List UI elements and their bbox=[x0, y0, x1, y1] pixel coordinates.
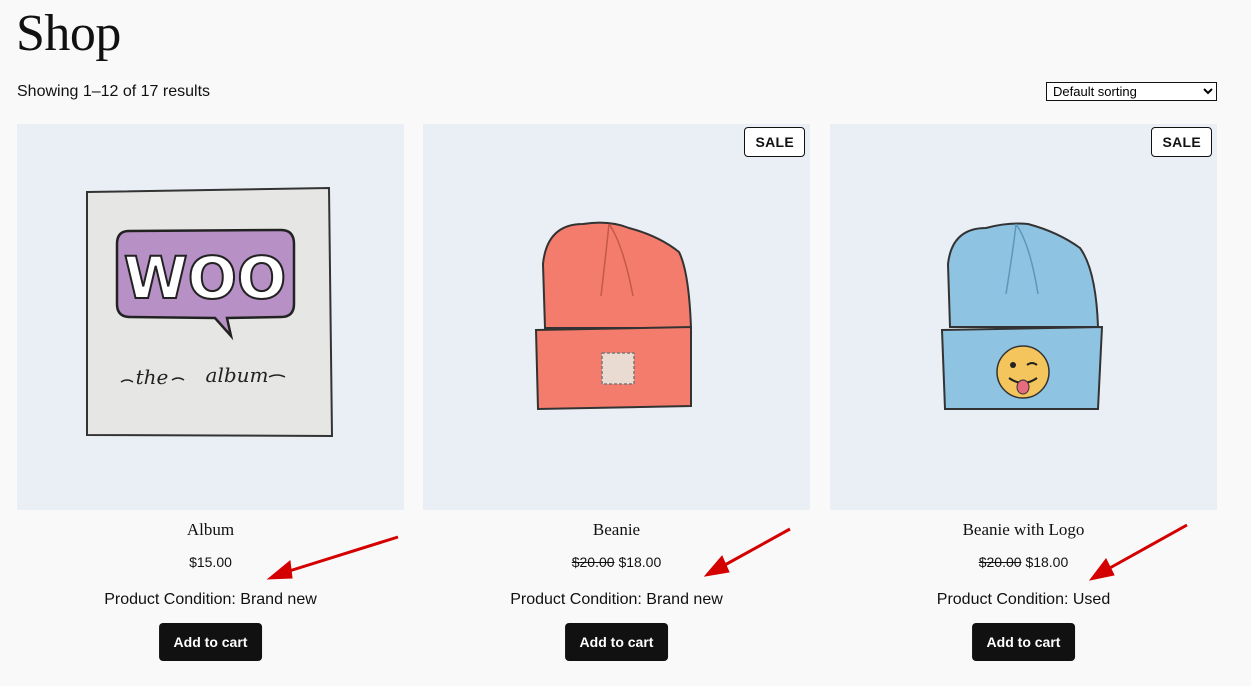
annotation-arrow-2 bbox=[722, 527, 791, 568]
annotation-arrows bbox=[266, 523, 1188, 581]
annotation-arrow-3 bbox=[1107, 523, 1188, 571]
annotation-arrow-1 bbox=[285, 535, 399, 574]
